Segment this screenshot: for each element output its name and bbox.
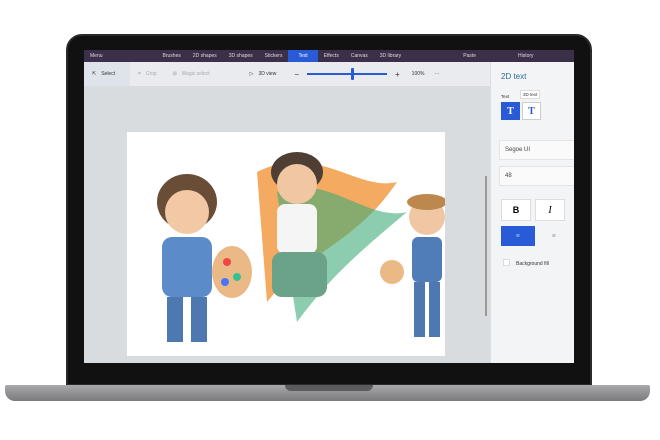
text-side-panel: 2D text Text 3D text T T Segoe UI 48 B I… <box>490 62 574 363</box>
zoom-in-icon[interactable]: + <box>395 70 400 79</box>
bold-button[interactable]: B <box>501 199 531 221</box>
crop-button[interactable]: ⌗ Crop <box>130 62 165 86</box>
3d-text-button[interactable]: T <box>522 102 541 120</box>
select-button[interactable]: ⇱ Select <box>84 62 130 86</box>
paste-button[interactable]: Paste <box>457 50 482 62</box>
history-button[interactable]: History <box>512 50 540 62</box>
cartoon-painters-illustration <box>157 152 447 342</box>
text-label: Text <box>501 94 510 99</box>
tab-3d-library[interactable]: 3D library <box>374 50 407 62</box>
more-icon[interactable]: ··· <box>434 71 439 77</box>
3d-view-button[interactable]: ▷ 3D view <box>242 62 285 86</box>
laptop-notch <box>285 385 373 391</box>
italic-button[interactable]: I <box>535 199 565 221</box>
vertical-scrollbar[interactable] <box>485 176 487 316</box>
canvas-area[interactable] <box>84 86 490 363</box>
toolbar: ⇱ Select ⌗ Crop ⊠ Magic select ▷ 3D view − +… <box>84 62 490 86</box>
2d-text-button[interactable]: T <box>501 102 520 120</box>
tab-effects[interactable]: Effects <box>318 50 345 62</box>
crop-icon: ⌗ <box>138 71 141 77</box>
tab-stickers[interactable]: Stickers <box>259 50 289 62</box>
background-fill-label: Background fill <box>516 261 549 267</box>
tab-2d-shapes[interactable]: 2D shapes <box>187 50 223 62</box>
font-family-select[interactable]: Segoe UI <box>499 140 574 160</box>
background-fill-checkbox[interactable] <box>503 259 510 266</box>
cursor-icon: ⇱ <box>92 71 97 77</box>
menu-button[interactable]: Menu <box>84 50 109 62</box>
panel-title: 2D text <box>501 72 527 81</box>
font-size-select[interactable]: 48 <box>499 166 574 186</box>
align-left-button[interactable]: ≡ <box>501 226 535 246</box>
tab-brushes[interactable]: Brushes <box>157 50 187 62</box>
align-center-button[interactable]: ≡ <box>537 226 571 246</box>
magic-select-button[interactable]: ⊠ Magic select <box>165 62 218 86</box>
magic-select-icon: ⊠ <box>172 71 177 77</box>
tab-3d-shapes[interactable]: 3D shapes <box>223 50 259 62</box>
zoom-out-icon[interactable]: − <box>294 70 299 79</box>
zoom-slider[interactable] <box>307 68 387 80</box>
canvas-image[interactable] <box>127 132 447 356</box>
zoom-level: 100% <box>411 71 425 77</box>
menu-bar: Menu Brushes 2D shapes 3D shapes Sticker… <box>84 50 574 62</box>
tab-text[interactable]: Text <box>288 50 318 62</box>
3d-view-icon: ▷ <box>249 71 254 77</box>
tooltip-3d-text: 3D text <box>520 90 541 99</box>
slider-thumb[interactable] <box>351 68 354 80</box>
paint3d-window: Menu Brushes 2D shapes 3D shapes Sticker… <box>84 50 574 363</box>
tab-canvas[interactable]: Canvas <box>345 50 374 62</box>
